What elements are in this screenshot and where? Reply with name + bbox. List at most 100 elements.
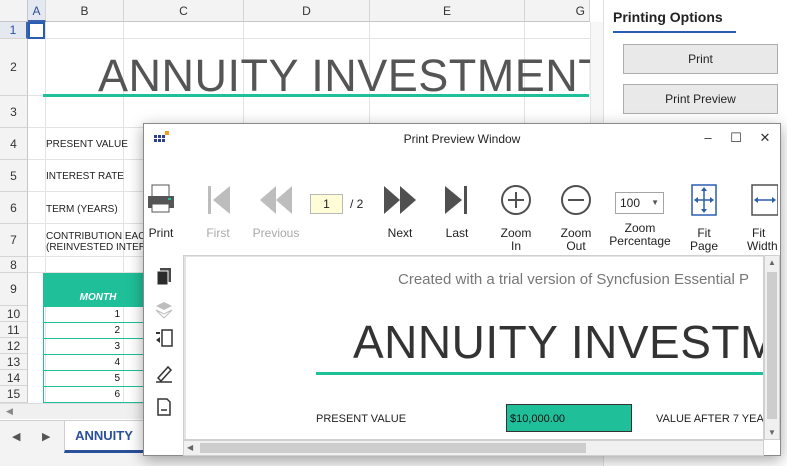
scroll-up-icon[interactable]: ▲ [768,258,776,267]
column-header-a[interactable]: A [28,0,46,22]
month-cell[interactable]: 5 [43,371,153,387]
month-cell[interactable]: 6 [43,387,153,403]
last-page-label: Last [445,226,469,240]
next-page-label: Next [387,226,413,240]
month-cell[interactable]: 1 [43,307,153,323]
contribution-label-line1: CONTRIBUTION EAC [46,231,146,242]
row-header-10[interactable]: 10 [0,306,28,322]
row-header-8[interactable]: 8 [0,257,28,273]
sheet-horizontal-scrollbar[interactable]: ◀ [0,403,145,419]
row-header-6[interactable]: 6 [0,192,28,224]
tab-prev-icon[interactable]: ◀ [12,430,20,443]
column-header-g[interactable]: G [525,0,590,22]
preview-canvas[interactable]: Created with a trial version of Syncfusi… [183,255,764,440]
first-page-label: First [206,226,230,240]
print-button[interactable]: Print [623,44,778,74]
next-page-icon [384,186,416,214]
fit-page-icon [691,184,717,216]
preview-horizontal-scrollbar[interactable]: ◀ [183,440,764,456]
row-header-9[interactable]: 9 [0,273,28,306]
scroll-thumb[interactable] [767,272,777,419]
minimize-icon[interactable]: – [697,127,719,149]
zoom-in-label-line2: In [510,239,521,253]
row-header-11[interactable]: 11 [0,322,28,338]
row-header-15[interactable]: 15 [0,386,28,403]
first-page-icon [208,186,230,214]
scroll-left-icon[interactable]: ◀ [6,406,13,417]
row-header-2[interactable]: 2 [0,39,28,96]
scroll-down-icon[interactable]: ▼ [768,428,776,437]
page-setup-icon[interactable] [154,397,174,417]
zoom-out-label-line2: Out [566,239,586,253]
zoom-in-button[interactable]: Zoom In [498,184,534,253]
page-total: / 2 [350,197,364,211]
layers-icon[interactable] [154,299,174,319]
select-all-corner[interactable] [0,0,28,22]
sheet-tab-annuity[interactable]: ANNUITY [64,421,144,453]
fit-width-label-line2: Width [747,239,778,253]
previous-page-label: Previous [252,226,300,240]
preview-present-value: $10,000.00 [506,404,632,432]
scroll-left-icon[interactable]: ◀ [187,443,193,452]
contribution-label-line2: (REINVESTED INTER [46,242,147,253]
window-title: Print Preview Window [403,132,521,146]
row-header-3[interactable]: 3 [0,96,28,128]
page-number-input[interactable]: 1 [310,194,343,214]
tab-next-icon[interactable]: ▶ [42,430,50,443]
page-orientation-icon[interactable] [154,328,174,348]
zoom-value: 100 [620,196,641,210]
print-tool-button[interactable]: Print [146,184,176,240]
zoom-percentage-label: Zoom Percentage [606,222,674,248]
pages-icon[interactable] [154,266,174,286]
zoom-percentage-select[interactable]: 100 ▼ [615,192,664,214]
zoom-pct-label-line1: Zoom [624,221,656,235]
print-preview-window[interactable]: Print Preview Window – ☐ ✕ Print First P… [143,123,781,456]
preview-title: ANNUITY INVESTM [353,316,764,368]
previous-page-button[interactable]: Previous [251,184,301,240]
maximize-icon[interactable]: ☐ [725,127,747,149]
window-titlebar[interactable]: Print Preview Window – ☐ ✕ [144,124,780,153]
panel-title-underline [613,31,736,33]
row-header-4[interactable]: 4 [0,128,28,160]
first-page-button[interactable]: First [199,184,237,240]
row-header-7[interactable]: 7 [0,224,28,257]
column-header-d[interactable]: D [244,0,370,22]
row-header-12[interactable]: 12 [0,338,28,354]
interest-rate-label: INTEREST RATE [46,171,124,182]
term-label: TERM (YEARS) [46,204,118,215]
fit-page-label-line2: Page [689,239,719,253]
column-header-b[interactable]: B [46,0,124,22]
print-preview-button[interactable]: Print Preview [623,84,778,114]
zoom-out-label-line1: Zoom [560,226,592,240]
column-header-e[interactable]: E [370,0,525,22]
row-header-1[interactable]: 1 [0,22,28,39]
zoom-out-button[interactable]: Zoom Out [558,184,594,253]
row-header-14[interactable]: 14 [0,370,28,386]
month-cell[interactable]: 2 [43,323,153,339]
fit-page-label-line1: Fit [697,226,711,240]
fit-width-icon [751,184,778,216]
fit-page-button[interactable]: Fit Page [686,184,722,253]
printer-icon [148,184,174,213]
last-page-button[interactable]: Last [439,184,475,240]
preview-title-underline [316,372,763,375]
next-page-button[interactable]: Next [380,184,420,240]
preview-vertical-scrollbar[interactable]: ▲ ▼ [764,255,780,440]
chevron-down-icon: ▼ [651,198,659,207]
zoom-in-label-line1: Zoom [500,226,532,240]
column-header-c[interactable]: C [124,0,244,22]
month-cell[interactable]: 4 [43,355,153,371]
fit-width-label-line1: Fit [752,226,766,240]
month-cell[interactable]: 3 [43,339,153,355]
zoom-pct-label-line2: Percentage [609,234,671,248]
row-header-5[interactable]: 5 [0,160,28,192]
row-header-13[interactable]: 13 [0,354,28,370]
grid-line [28,38,590,39]
active-cell-a1[interactable] [28,22,45,39]
panel-title: Printing Options [613,9,723,25]
fit-width-button[interactable]: Fit Width [744,184,782,253]
preview-sidebar [144,255,183,455]
signature-pen-icon[interactable] [154,363,174,383]
scroll-thumb[interactable] [200,443,586,453]
close-icon[interactable]: ✕ [754,127,776,149]
